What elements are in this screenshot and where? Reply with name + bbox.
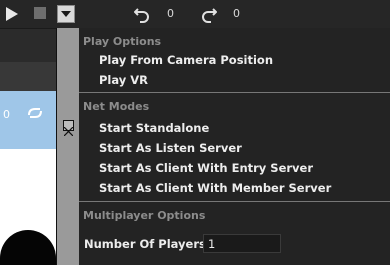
undo-icon — [134, 8, 149, 23]
play-options-menu: Play Options Play From Camera Position P… — [56, 28, 390, 265]
menu-separator — [79, 92, 390, 93]
selected-checkbox-icon — [63, 120, 74, 137]
undo-button[interactable] — [133, 4, 151, 24]
number-of-players-label: Number Of Players — [84, 237, 206, 251]
menu-item-start-as-client-with-member-server[interactable]: Start As Client With Member Server — [99, 181, 331, 195]
stop-button[interactable] — [33, 6, 47, 20]
loop-icon — [28, 108, 42, 118]
toolbar: 0 0 — [0, 0, 390, 29]
section-title-net-modes: Net Modes — [83, 100, 150, 113]
menu-item-start-standalone[interactable]: Start Standalone — [99, 121, 209, 135]
redo-count: 0 — [233, 7, 240, 20]
number-of-players-input[interactable] — [203, 234, 281, 253]
viewport-value: 0 — [3, 108, 10, 121]
chevron-down-icon — [61, 11, 71, 17]
play-options-dropdown-button[interactable] — [57, 5, 75, 23]
section-title-play-options: Play Options — [83, 35, 162, 48]
section-title-multiplayer-options: Multiplayer Options — [83, 209, 206, 222]
menu-item-start-as-listen-server[interactable]: Start As Listen Server — [99, 141, 242, 155]
play-icon — [6, 7, 18, 21]
redo-button[interactable] — [200, 4, 218, 24]
play-button[interactable] — [3, 5, 21, 23]
menu-separator — [79, 201, 390, 202]
viewport-header-strip — [0, 62, 56, 91]
stop-icon — [34, 7, 46, 19]
redo-icon — [202, 8, 217, 23]
undo-count: 0 — [167, 7, 174, 20]
menu-item-play-vr[interactable]: Play VR — [99, 73, 148, 87]
menu-check-gutter — [57, 28, 79, 265]
menu-item-play-from-camera-position[interactable]: Play From Camera Position — [99, 53, 273, 67]
menu-item-start-as-client-with-entry-server[interactable]: Start As Client With Entry Server — [99, 161, 313, 175]
